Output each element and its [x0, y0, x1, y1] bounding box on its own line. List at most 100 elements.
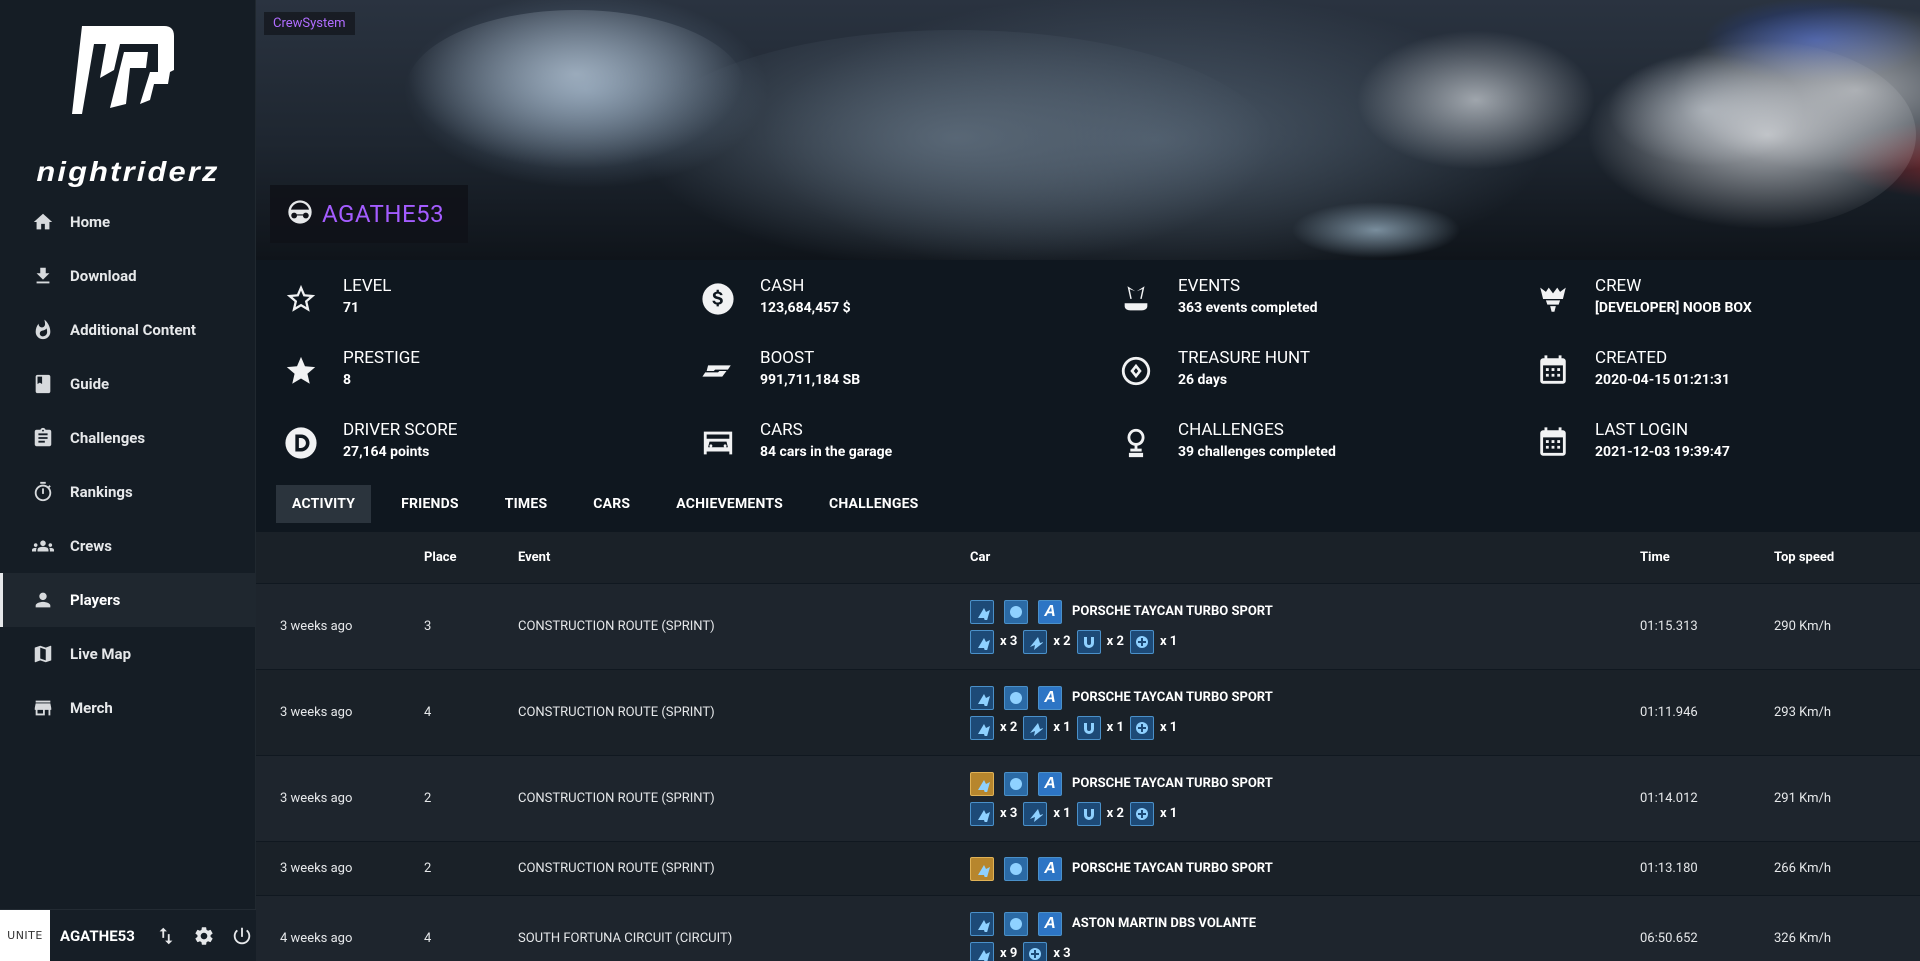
- race-flags-icon: [1116, 279, 1156, 319]
- powerup-count-value: x 2: [1106, 806, 1124, 821]
- table-row[interactable]: 3 weeks ago 2 CONSTRUCTION ROUTE (SPRINT) A…: [256, 842, 1920, 896]
- stat-boost: BOOST 991,711,184 SB: [698, 347, 860, 397]
- team-escape-powerup-icon: [970, 856, 994, 881]
- stat-value: 84 cars in the garage: [760, 444, 893, 460]
- powerup-count: x 1: [1076, 715, 1124, 740]
- sidebar-item-label: Guide: [70, 375, 110, 393]
- nitro-powerup-icon: [970, 801, 994, 826]
- cell-place: 2: [424, 791, 432, 806]
- tab-challenges[interactable]: CHALLENGES: [813, 485, 935, 523]
- sidebar-item-guide[interactable]: Guide: [0, 357, 256, 411]
- swap-icon[interactable]: [152, 922, 180, 950]
- sidebar-item-download[interactable]: Download: [0, 249, 256, 303]
- car-name[interactable]: ASTON MARTIN DBS VOLANTE: [1072, 916, 1256, 931]
- sidebar-item-crews[interactable]: Crews: [0, 519, 256, 573]
- cell-time: 01:13.180: [1640, 861, 1698, 876]
- car-line: A ASTON MARTIN DBS VOLANTE: [970, 909, 1640, 939]
- tab-cars[interactable]: CARS: [577, 485, 646, 523]
- tab-activity[interactable]: ACTIVITY: [276, 485, 372, 523]
- car-class-a-icon: A: [1038, 685, 1062, 710]
- cell-event: CONSTRUCTION ROUTE (SPRINT): [518, 619, 715, 634]
- powerup-count: x 1: [1129, 629, 1178, 654]
- powerup-count-value: x 3: [1000, 634, 1018, 649]
- sidebar-item-live-map[interactable]: Live Map: [0, 627, 256, 681]
- tab-achievements[interactable]: ACHIEVEMENTS: [660, 485, 799, 523]
- cell-when: 3 weeks ago: [280, 619, 353, 634]
- shield-powerup-icon: [1129, 629, 1154, 654]
- sidebar-item-label: Merch: [70, 699, 113, 717]
- col-time[interactable]: Time: [1640, 550, 1774, 565]
- shield-powerup-icon: [1129, 801, 1154, 826]
- car-name[interactable]: PORSCHE TAYCAN TURBO SPORT: [1072, 690, 1273, 705]
- player-name: AGATHE53: [322, 200, 445, 228]
- car-name[interactable]: PORSCHE TAYCAN TURBO SPORT: [1072, 861, 1273, 876]
- treasure-hunt-icon: [1116, 351, 1156, 391]
- table-row[interactable]: 3 weeks ago 2 CONSTRUCTION ROUTE (SPRINT) A…: [256, 756, 1920, 842]
- nitro-powerup-icon: [970, 629, 994, 654]
- power-icon[interactable]: [228, 922, 256, 950]
- sidebar-item-merch[interactable]: Merch: [0, 681, 256, 735]
- car-line: A PORSCHE TAYCAN TURBO SPORT: [970, 854, 1640, 884]
- col-event[interactable]: Event: [518, 550, 970, 565]
- sidebar-item-challenges[interactable]: Challenges: [0, 411, 256, 465]
- stat-events: EVENTS 363 events completed: [1116, 275, 1318, 325]
- table-row[interactable]: 4 weeks ago 4 SOUTH FORTUNA CIRCUIT (CIRCU…: [256, 896, 1920, 961]
- stat-value: 363 events completed: [1178, 300, 1318, 316]
- stat-value: 39 challenges completed: [1178, 444, 1336, 460]
- car-name[interactable]: PORSCHE TAYCAN TURBO SPORT: [1072, 776, 1273, 791]
- nitro-powerup-icon: [970, 941, 994, 961]
- player-name-tag: AGATHE53: [270, 185, 468, 243]
- powerup-count-value: x 2: [1053, 634, 1071, 649]
- cell-place: 4: [424, 931, 432, 946]
- tab-times[interactable]: TIMES: [489, 485, 564, 523]
- table-row[interactable]: 3 weeks ago 3 CONSTRUCTION ROUTE (SPRINT) A…: [256, 584, 1920, 670]
- col-place[interactable]: Place: [424, 550, 518, 565]
- stat-prestige: PRESTIGE 8: [281, 347, 420, 397]
- powerup-count-value: x 1: [1159, 634, 1178, 649]
- nightriderz-logo[interactable]: nightriderz: [0, 18, 256, 187]
- download-icon: [32, 265, 54, 287]
- col-car[interactable]: Car: [970, 550, 1640, 565]
- sidebar-item-rankings[interactable]: Rankings: [0, 465, 256, 519]
- calendar-icon: [1533, 423, 1573, 463]
- sidebar-item-home[interactable]: Home: [0, 195, 256, 249]
- cell-top-speed: 290 Km/h: [1774, 619, 1832, 634]
- cell-time: 01:11.946: [1640, 705, 1698, 720]
- gear-icon[interactable]: [190, 922, 218, 950]
- powerup-count-value: x 3: [1053, 946, 1071, 961]
- col-top-speed[interactable]: Top speed: [1774, 550, 1914, 565]
- sidebar-item-players[interactable]: Players: [0, 573, 256, 627]
- current-username[interactable]: AGATHE53: [60, 927, 142, 945]
- juggernaut-powerup-icon: [1023, 801, 1048, 826]
- powerup-count: x 1: [1023, 715, 1071, 740]
- powerup-count: x 1: [1129, 715, 1177, 740]
- banner-car-center: [636, 30, 1276, 260]
- table-row[interactable]: 3 weeks ago 4 CONSTRUCTION ROUTE (SPRINT) A…: [256, 670, 1920, 756]
- tab-friends[interactable]: FRIENDS: [385, 485, 475, 523]
- car-line: A PORSCHE TAYCAN TURBO SPORT: [970, 769, 1640, 799]
- cell-time: 01:14.012: [1640, 791, 1698, 806]
- stat-level: LEVEL 71: [281, 275, 391, 325]
- unite-logo[interactable]: UNITE: [0, 909, 50, 961]
- sidebar-nav: Home Download Additional Content Guide C…: [0, 195, 256, 735]
- activity-table: Place Event Car Time Top speed 3 weeks a…: [256, 532, 1920, 961]
- stat-value: 27,164 points: [343, 444, 430, 460]
- profile-tabs: ACTIVITY FRIENDS TIMES CARS ACHIEVEMENTS…: [276, 485, 948, 523]
- cell-top-speed: 326 Km/h: [1774, 931, 1832, 946]
- team-escape-powerup-icon: [970, 911, 994, 936]
- cell-car: A PORSCHE TAYCAN TURBO SPORT x 3 x 1 x 2 x 1: [970, 769, 1640, 829]
- sidebar-item-additional-content[interactable]: Additional Content: [0, 303, 256, 357]
- sidebar-item-label: Players: [70, 591, 121, 609]
- crew-system-tag[interactable]: CrewSystem: [264, 12, 355, 35]
- stat-title: DRIVER SCORE: [343, 420, 458, 440]
- cell-event: CONSTRUCTION ROUTE (SPRINT): [518, 705, 715, 720]
- stat-value: 71: [343, 300, 360, 316]
- stat-last-login: LAST LOGIN 2021-12-03 19:39:47: [1533, 419, 1730, 469]
- car-line: A PORSCHE TAYCAN TURBO SPORT: [970, 683, 1640, 713]
- sidebar-item-label: Download: [70, 267, 137, 285]
- turbo-powerup-icon: [1004, 685, 1028, 710]
- cell-event: SOUTH FORTUNA CIRCUIT (CIRCUIT): [518, 931, 733, 946]
- powerup-count: x 2: [970, 715, 1017, 740]
- cell-when: 4 weeks ago: [280, 931, 353, 946]
- car-name[interactable]: PORSCHE TAYCAN TURBO SPORT: [1072, 604, 1273, 619]
